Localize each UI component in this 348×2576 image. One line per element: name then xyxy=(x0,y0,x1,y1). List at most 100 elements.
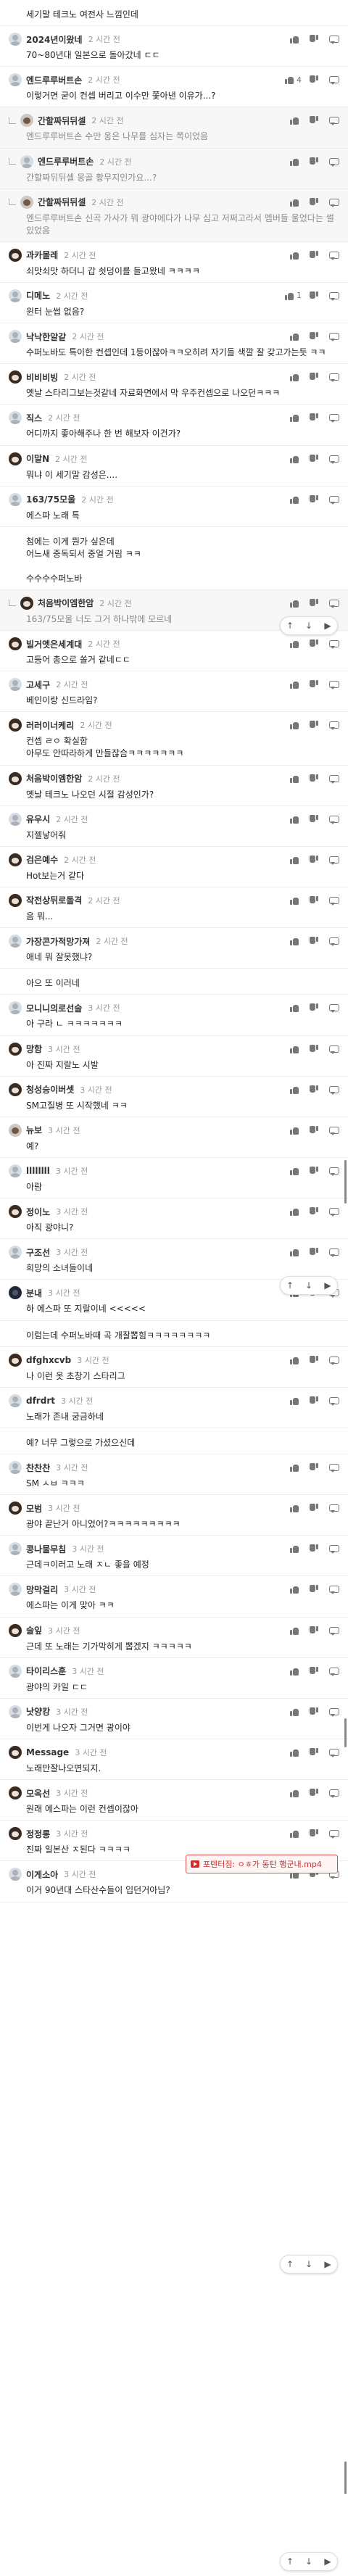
comment-author[interactable]: 망막걸리 xyxy=(26,1583,58,1596)
comment-author[interactable]: 이게소아 xyxy=(26,1868,58,1881)
avatar[interactable] xyxy=(9,73,22,87)
avatar[interactable] xyxy=(9,1502,22,1515)
comment-author[interactable]: 작전상뒤로돌격 xyxy=(26,894,82,906)
like-button[interactable] xyxy=(289,115,302,125)
reply-button[interactable] xyxy=(328,1462,341,1473)
reply-button[interactable] xyxy=(328,291,341,301)
comment-author[interactable]: Message xyxy=(26,1747,69,1757)
like-button[interactable] xyxy=(289,679,302,689)
scrollbar-thumb[interactable] xyxy=(344,1718,347,1747)
avatar[interactable] xyxy=(9,1786,22,1800)
avatar[interactable] xyxy=(9,452,22,465)
reply-button[interactable] xyxy=(328,1503,341,1514)
dislike-button[interactable] xyxy=(309,1044,321,1054)
comment-author[interactable]: 술잎 xyxy=(26,1624,42,1636)
dislike-button[interactable] xyxy=(309,1085,321,1095)
comment-author[interactable]: 정이노 xyxy=(26,1206,50,1218)
like-button[interactable] xyxy=(289,157,302,167)
avatar[interactable] xyxy=(20,195,33,209)
comment-author[interactable]: 빌거엣은세계대 xyxy=(26,638,82,650)
dislike-button[interactable] xyxy=(309,413,321,423)
comment-author[interactable]: 2024년이왔네 xyxy=(26,33,83,46)
reply-button[interactable] xyxy=(328,1747,341,1758)
dislike-button[interactable] xyxy=(309,1003,321,1013)
avatar[interactable] xyxy=(9,771,22,785)
comment-author[interactable]: llllllll xyxy=(26,1166,50,1176)
dislike-button[interactable] xyxy=(309,1166,321,1176)
reply-button[interactable] xyxy=(328,679,341,690)
avatar[interactable] xyxy=(9,678,22,692)
dislike-button[interactable] xyxy=(309,1396,321,1406)
dislike-button[interactable] xyxy=(309,895,321,906)
like-button[interactable] xyxy=(289,197,302,207)
comment-author[interactable]: 청성승이버셋 xyxy=(26,1083,74,1096)
comment-author[interactable]: 뉴보 xyxy=(26,1124,42,1136)
like-button[interactable] xyxy=(289,720,302,730)
reply-button[interactable] xyxy=(328,1788,341,1799)
mention-tag[interactable]: 엔드루루버트손 xyxy=(26,213,82,223)
scroll-menu-button[interactable]: ▶ xyxy=(320,2259,335,2269)
dislike-button[interactable] xyxy=(309,75,321,85)
dislike-button[interactable] xyxy=(309,1747,321,1757)
like-button[interactable] xyxy=(289,1355,302,1365)
avatar[interactable] xyxy=(9,411,22,425)
like-button[interactable] xyxy=(289,1247,302,1257)
dislike-button[interactable] xyxy=(309,855,321,865)
mention-tag[interactable]: 엔드루루버트손 xyxy=(26,131,82,141)
like-button[interactable] xyxy=(289,1396,302,1406)
reply-button[interactable] xyxy=(328,936,341,947)
avatar[interactable] xyxy=(9,1542,22,1556)
avatar[interactable] xyxy=(20,154,33,168)
reply-button[interactable] xyxy=(328,1247,341,1258)
comment-author[interactable]: 엔드루루버트손 xyxy=(38,155,94,167)
avatar[interactable] xyxy=(9,1746,22,1760)
reply-button[interactable] xyxy=(328,1829,341,1839)
like-button[interactable] xyxy=(289,936,302,946)
scroll-down-button[interactable]: ↓ xyxy=(302,2259,316,2269)
avatar[interactable] xyxy=(9,1664,22,1678)
scroll-up-button[interactable]: ↑ xyxy=(283,2556,297,2567)
reply-button[interactable] xyxy=(328,1396,341,1406)
avatar[interactable] xyxy=(9,248,22,262)
avatar[interactable] xyxy=(9,492,22,506)
like-button[interactable]: 1 xyxy=(284,291,302,301)
reply-button[interactable] xyxy=(328,598,341,608)
avatar[interactable] xyxy=(9,893,22,907)
reply-button[interactable] xyxy=(328,1544,341,1554)
dislike-button[interactable] xyxy=(309,1829,321,1839)
scroll-down-button[interactable]: ↓ xyxy=(302,2556,316,2567)
like-button[interactable] xyxy=(289,895,302,906)
comment-author[interactable]: 직스 xyxy=(26,412,42,424)
reply-button[interactable] xyxy=(328,895,341,906)
avatar[interactable] xyxy=(9,1705,22,1718)
avatar[interactable] xyxy=(9,853,22,866)
dislike-button[interactable] xyxy=(309,1707,321,1717)
scroll-menu-button[interactable]: ▶ xyxy=(320,621,335,631)
like-button[interactable] xyxy=(289,774,302,784)
comment-author[interactable]: 고세구 xyxy=(26,679,50,691)
reply-button[interactable] xyxy=(328,1355,341,1365)
avatar[interactable] xyxy=(20,114,33,128)
reply-button[interactable] xyxy=(328,372,341,383)
dislike-button[interactable] xyxy=(309,1462,321,1473)
dislike-button[interactable] xyxy=(309,197,321,207)
dislike-button[interactable] xyxy=(309,372,321,382)
like-button[interactable] xyxy=(289,250,302,260)
dislike-button[interactable] xyxy=(309,1355,321,1365)
comment-author[interactable]: 처음박이엠한암 xyxy=(38,597,94,609)
like-button[interactable] xyxy=(289,1166,302,1176)
like-button[interactable] xyxy=(289,639,302,649)
avatar[interactable] xyxy=(9,1353,22,1367)
comment-author[interactable]: 비비비빙 xyxy=(26,371,58,384)
like-button[interactable] xyxy=(289,1666,302,1676)
scroll-nav-widget[interactable]: ↑ ↓ ▶ xyxy=(280,1276,338,1295)
comment-author[interactable]: 모니니의로선술 xyxy=(26,1002,82,1014)
comment-author[interactable]: dfrdrt xyxy=(26,1396,55,1406)
like-button[interactable] xyxy=(289,1462,302,1473)
reply-button[interactable] xyxy=(328,413,341,423)
reply-button[interactable] xyxy=(328,1625,341,1636)
dislike-button[interactable] xyxy=(309,639,321,649)
scroll-down-button[interactable]: ↓ xyxy=(302,1280,316,1291)
comment-author[interactable]: 가장콘가적망가져 xyxy=(26,935,90,948)
scroll-nav-widget[interactable]: ↑ ↓ ▶ xyxy=(280,2552,338,2571)
